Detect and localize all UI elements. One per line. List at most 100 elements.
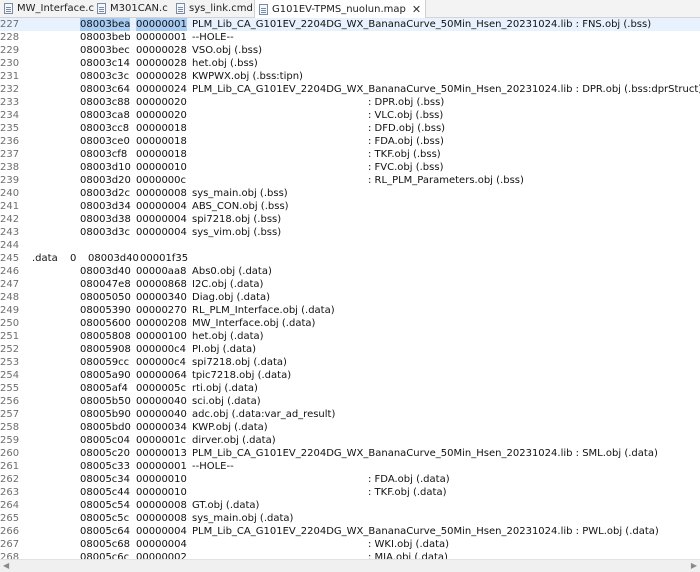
code-line[interactable]: 245 .data 0 08003d40 00001f35: [0, 252, 700, 265]
input-section: I2C.obj (.data): [192, 279, 264, 290]
origin-address: 08003c64: [80, 84, 131, 95]
input-section: sys_main.obj (.bss): [192, 188, 288, 199]
length-value: 00000004: [136, 214, 187, 225]
code-line[interactable]: 252 08005908 000000c4 PI.obj (.data): [0, 343, 700, 356]
close-icon[interactable]: ✕: [412, 3, 421, 16]
input-section: PLM_Lib_CA_G101EV_2204DG_WX_BananaCurve_…: [192, 448, 658, 459]
origin-address: 08005c68: [80, 539, 131, 550]
input-section: spi7218.obj (.bss): [192, 214, 282, 225]
code-line[interactable]: 247 080047e8 00000868 I2C.obj (.data): [0, 278, 700, 291]
code-line[interactable]: 254 08005a90 00000064 tpic7218.obj (.data): [0, 369, 700, 382]
code-line[interactable]: 260 08005c20 00000013 PLM_Lib_CA_G101EV_220…: [0, 447, 700, 460]
line-number: 248: [0, 292, 20, 303]
length-value: 00000008: [136, 513, 187, 524]
input-section: het.obj (.bss): [192, 58, 258, 69]
length-value: 00000001: [136, 18, 187, 31]
code-line[interactable]: 243 08003d3c 00000004 sys_vim.obj (.bss): [0, 226, 700, 239]
tab-g101ev-tpms-map[interactable]: G101EV-TPMS_nuolun.map ✕: [254, 0, 427, 18]
tab-mw-interface-c[interactable]: MW_Interface.c: [4, 0, 94, 17]
section-page: 0: [70, 253, 77, 264]
code-line[interactable]: 261 08005c33 00000001 --HOLE--: [0, 460, 700, 473]
line-number: 227: [0, 19, 20, 30]
text-editor[interactable]: 227 08003bea 00000001 PLM_Lib_CA_G101EV_220…: [0, 18, 700, 559]
tab-label: G101EV-TPMS_nuolun.map: [272, 3, 406, 15]
code-line[interactable]: 235 08003cc8 00000018: DFD.obj (.bss): [0, 122, 700, 135]
code-line[interactable]: 246 08003d40 00000aa8 Abs0.obj (.data): [0, 265, 700, 278]
line-number: 253: [0, 357, 20, 368]
file-text-icon: [176, 3, 185, 14]
origin-address: 08005a90: [80, 370, 131, 381]
code-line[interactable]: 250 08005600 00000208 MW_Interface.obj (.da…: [0, 317, 700, 330]
code-line[interactable]: 234 08003ca8 00000020: VLC.obj (.bss): [0, 109, 700, 122]
code-line[interactable]: 231 08003c3c 00000028 KWPWX.obj (.bss:tipn): [0, 70, 700, 83]
origin-address: 08003bea: [80, 18, 131, 31]
origin-address: 08003d34: [80, 201, 131, 212]
code-line[interactable]: 266 08005c64 00000004 PLM_Lib_CA_G101EV_220…: [0, 525, 700, 538]
code-line[interactable]: 239 08003d20 0000000c: RL_PLM_Parameters.o…: [0, 174, 700, 187]
code-line[interactable]: 253 080059cc 000000c4 spi7218.obj (.data): [0, 356, 700, 369]
code-line[interactable]: 230 08003c14 00000028 het.obj (.bss): [0, 57, 700, 70]
line-number: 236: [0, 136, 20, 147]
length-value: 00000034: [136, 422, 187, 433]
code-line[interactable]: 262 08005c34 00000010: FDA.obj (.data): [0, 473, 700, 486]
line-number: 263: [0, 487, 20, 498]
line-number: 268: [0, 552, 20, 559]
length-value: 00000aa8: [136, 266, 187, 277]
origin-address: 08005808: [80, 331, 131, 342]
line-number: 266: [0, 526, 20, 537]
input-section-continued: : FVC.obj (.bss): [368, 162, 444, 173]
code-line[interactable]: 249 08005390 00000270 RL_PLM_Interface.obj …: [0, 304, 700, 317]
file-c-icon: [97, 3, 106, 14]
code-line[interactable]: 267 08005c68 00000004: WKI.obj (.data): [0, 538, 700, 551]
tab-label: MW_Interface.c: [17, 3, 94, 14]
code-line[interactable]: 241 08003d34 00000004 ABS_CON.obj (.bss): [0, 200, 700, 213]
code-line[interactable]: 240 08003d2c 00000008 sys_main.obj (.bss): [0, 187, 700, 200]
code-line[interactable]: 268 08005c6c 00000002: MIA.obj (.data): [0, 551, 700, 559]
code-line[interactable]: 251 08005808 00000100 het.obj (.data): [0, 330, 700, 343]
code-line[interactable]: 228 08003beb 00000001 --HOLE--: [0, 31, 700, 44]
length-value: 00000028: [136, 45, 187, 56]
input-section: tpic7218.obj (.data): [192, 370, 292, 381]
input-section-continued: : DPR.obj (.bss): [368, 97, 445, 108]
code-line[interactable]: 229 08003bec 00000028 VSO.obj (.bss): [0, 44, 700, 57]
code-line[interactable]: 238 08003d10 00000010: FVC.obj (.bss): [0, 161, 700, 174]
code-line[interactable]: 256 08005b50 00000040 sci.obj (.data): [0, 395, 700, 408]
horizontal-scrollbar[interactable]: ◀ ▶: [0, 559, 700, 572]
line-number: 257: [0, 409, 20, 420]
line-number: 264: [0, 500, 20, 511]
code-line[interactable]: 265 08005c5c 00000008 sys_main.obj (.data): [0, 512, 700, 525]
origin-address: 08003d3c: [80, 227, 131, 238]
tab-sys-link-cmd[interactable]: sys_link.cmd: [176, 0, 253, 17]
line-number: 250: [0, 318, 20, 329]
origin-address: 08005b50: [80, 396, 131, 407]
line-number: 243: [0, 227, 20, 238]
origin-address: 08005c34: [80, 474, 131, 485]
code-line[interactable]: 263 08005c44 00000010: TKF.obj (.data): [0, 486, 700, 499]
scroll-left-arrow-icon[interactable]: ◀: [3, 561, 9, 570]
code-line[interactable]: 255 08005af4 0000005c rti.obj (.data): [0, 382, 700, 395]
code-line[interactable]: 242 08003d38 00000004 spi7218.obj (.bss): [0, 213, 700, 226]
code-line[interactable]: 258 08005bd0 00000034 KWP.obj (.data): [0, 421, 700, 434]
code-line[interactable]: 259 08005c04 0000001c dirver.obj (.data): [0, 434, 700, 447]
code-line[interactable]: 233 08003c88 00000020: DPR.obj (.bss): [0, 96, 700, 109]
scroll-right-arrow-icon[interactable]: ▶: [691, 561, 697, 570]
input-section: Abs0.obj (.data): [192, 266, 272, 277]
origin-address: 08003d20: [80, 175, 131, 186]
code-line[interactable]: 236 08003ce0 00000018: FDA.obj (.bss): [0, 135, 700, 148]
line-number: 267: [0, 539, 20, 550]
input-section: Diag.obj (.data): [192, 292, 271, 303]
code-line[interactable]: 257 08005b90 00000040 adc.obj (.data:var_ad…: [0, 408, 700, 421]
line-number: 244: [0, 240, 20, 251]
code-line[interactable]: 227 08003bea 00000001 PLM_Lib_CA_G101EV_220…: [0, 18, 700, 31]
length-value: 00000024: [136, 84, 187, 95]
code-line[interactable]: 237 08003cf8 00000018: TKF.obj (.bss): [0, 148, 700, 161]
code-line[interactable]: 248 08005050 00000340 Diag.obj (.data): [0, 291, 700, 304]
line-number: 246: [0, 266, 20, 277]
input-section: PLM_Lib_CA_G101EV_2204DG_WX_BananaCurve_…: [192, 526, 659, 537]
tab-m301can-c[interactable]: M301CAN.c: [97, 0, 168, 17]
line-number: 240: [0, 188, 20, 199]
code-line[interactable]: 264 08005c54 00000008 GT.obj (.data): [0, 499, 700, 512]
code-line[interactable]: 232 08003c64 00000024 PLM_Lib_CA_G101EV_220…: [0, 83, 700, 96]
code-line[interactable]: 244: [0, 239, 700, 252]
line-number: 251: [0, 331, 20, 342]
